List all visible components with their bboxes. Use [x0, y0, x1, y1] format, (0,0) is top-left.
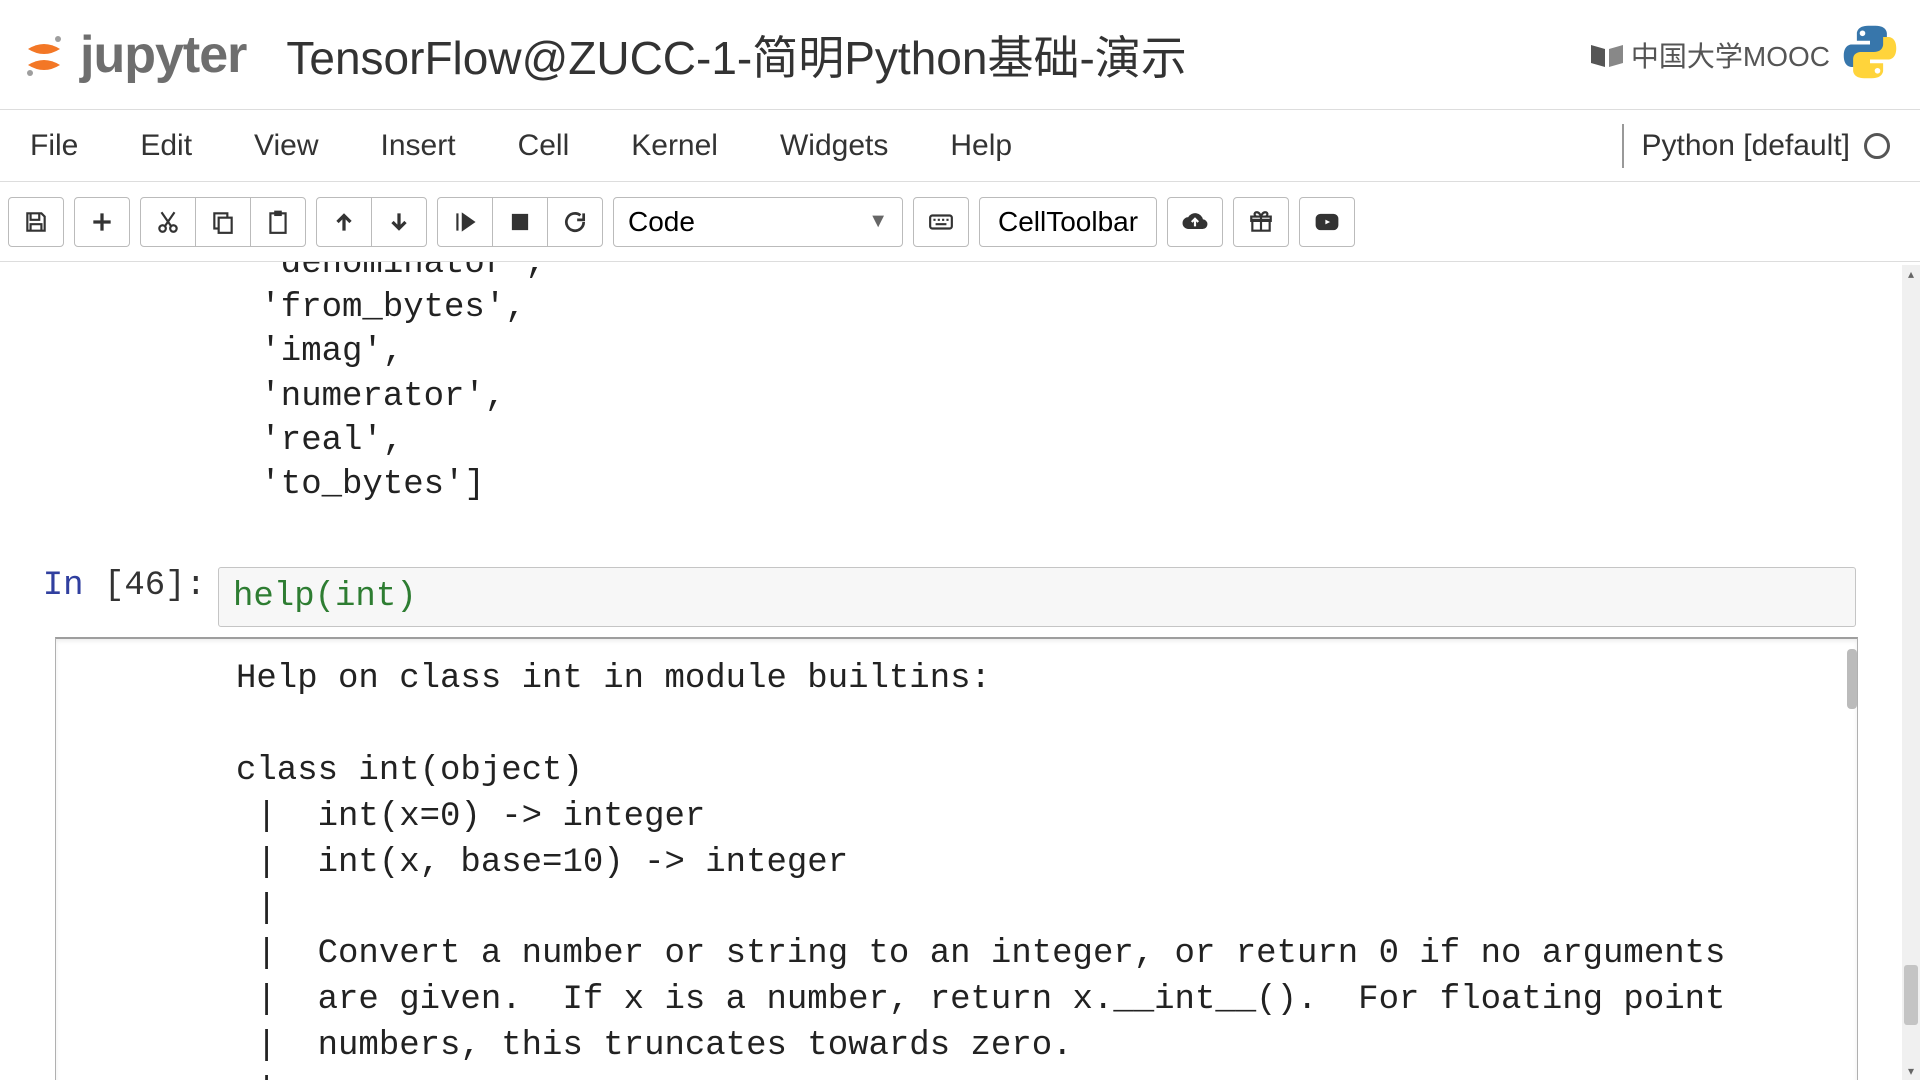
- video-button[interactable]: [1299, 197, 1355, 247]
- scroll-down-icon[interactable]: ▾: [1902, 1062, 1920, 1080]
- kernel-indicator[interactable]: Python [default]: [1622, 124, 1890, 168]
- jupyter-icon: [20, 31, 68, 79]
- celltoolbar-label: CellToolbar: [998, 206, 1138, 238]
- book-icon: [1589, 41, 1625, 69]
- run-icon: [452, 209, 478, 235]
- toolbar: Code ▼ CellToolbar: [0, 182, 1920, 262]
- previous-cell-output: 'denominator', 'from_bytes', 'imag', 'nu…: [0, 262, 1920, 507]
- python-logo-icon: [1840, 22, 1900, 87]
- scroll-up-icon[interactable]: ▴: [1902, 265, 1920, 283]
- paste-icon: [265, 209, 291, 235]
- stop-icon: [507, 209, 533, 235]
- cut-button[interactable]: [140, 197, 196, 247]
- arrow-down-icon: [386, 209, 412, 235]
- gift-icon: [1248, 209, 1274, 235]
- celltoolbar-button[interactable]: CellToolbar: [979, 197, 1157, 247]
- save-icon: [23, 209, 49, 235]
- cloud-upload-button[interactable]: [1167, 197, 1223, 247]
- notebook-title[interactable]: TensorFlow@ZUCC-1-简明Python基础-演示: [286, 22, 1186, 88]
- kernel-name: Python [default]: [1642, 129, 1850, 163]
- jupyter-logo[interactable]: jupyter: [20, 25, 246, 85]
- code-token-paren-close: ): [396, 578, 416, 616]
- menu-file[interactable]: File: [30, 129, 78, 163]
- code-token-function: help: [233, 578, 315, 616]
- interrupt-button[interactable]: [492, 197, 548, 247]
- keyboard-icon: [928, 209, 954, 235]
- move-up-button[interactable]: [316, 197, 372, 247]
- menu-cell[interactable]: Cell: [518, 129, 570, 163]
- code-cell[interactable]: In [46]: help(int): [0, 567, 1920, 627]
- paste-button[interactable]: [250, 197, 306, 247]
- caret-down-icon: ▼: [868, 210, 888, 233]
- page-scrollbar-thumb[interactable]: [1904, 965, 1918, 1025]
- copy-icon: [210, 209, 236, 235]
- menu-help[interactable]: Help: [950, 129, 1012, 163]
- save-button[interactable]: [8, 197, 64, 247]
- code-token-arg: int: [335, 578, 396, 616]
- jupyter-logo-text: jupyter: [80, 25, 246, 85]
- restart-icon: [562, 209, 588, 235]
- input-prompt: In [46]:: [0, 567, 218, 605]
- mooc-label: 中国大学MOOC: [1631, 35, 1830, 75]
- run-button[interactable]: [437, 197, 493, 247]
- command-palette-button[interactable]: [913, 197, 969, 247]
- code-input-area[interactable]: help(int): [218, 567, 1856, 627]
- header-bar: jupyter TensorFlow@ZUCC-1-简明Python基础-演示 …: [0, 0, 1920, 110]
- cell-type-select[interactable]: Code ▼: [613, 197, 903, 247]
- restart-button[interactable]: [547, 197, 603, 247]
- arrow-up-icon: [331, 209, 357, 235]
- add-cell-button[interactable]: [74, 197, 130, 247]
- menu-kernel[interactable]: Kernel: [631, 129, 718, 163]
- menu-edit[interactable]: Edit: [140, 129, 192, 163]
- cloud-upload-icon: [1182, 209, 1208, 235]
- page-scrollbar[interactable]: ▴ ▾: [1902, 265, 1920, 1080]
- kernel-status-icon: [1864, 133, 1890, 159]
- menu-insert[interactable]: Insert: [381, 129, 456, 163]
- cut-icon: [155, 209, 181, 235]
- menu-bar: File Edit View Insert Cell Kernel Widget…: [0, 110, 1920, 182]
- cell-type-value: Code: [628, 206, 695, 238]
- gift-button[interactable]: [1233, 197, 1289, 247]
- help-output-text: Help on class int in module builtins: cl…: [56, 639, 1857, 1080]
- code-token-paren-open: (: [315, 578, 335, 616]
- output-scrollbar-thumb[interactable]: [1847, 649, 1857, 709]
- notebook-area[interactable]: 'denominator', 'from_bytes', 'imag', 'nu…: [0, 262, 1920, 1080]
- plus-icon: [89, 209, 115, 235]
- youtube-icon: [1314, 209, 1340, 235]
- menu-view[interactable]: View: [254, 129, 318, 163]
- output-cell[interactable]: Help on class int in module builtins: cl…: [55, 637, 1858, 1080]
- menu-widgets[interactable]: Widgets: [780, 129, 888, 163]
- copy-button[interactable]: [195, 197, 251, 247]
- mooc-logo: 中国大学MOOC: [1589, 35, 1830, 75]
- move-down-button[interactable]: [371, 197, 427, 247]
